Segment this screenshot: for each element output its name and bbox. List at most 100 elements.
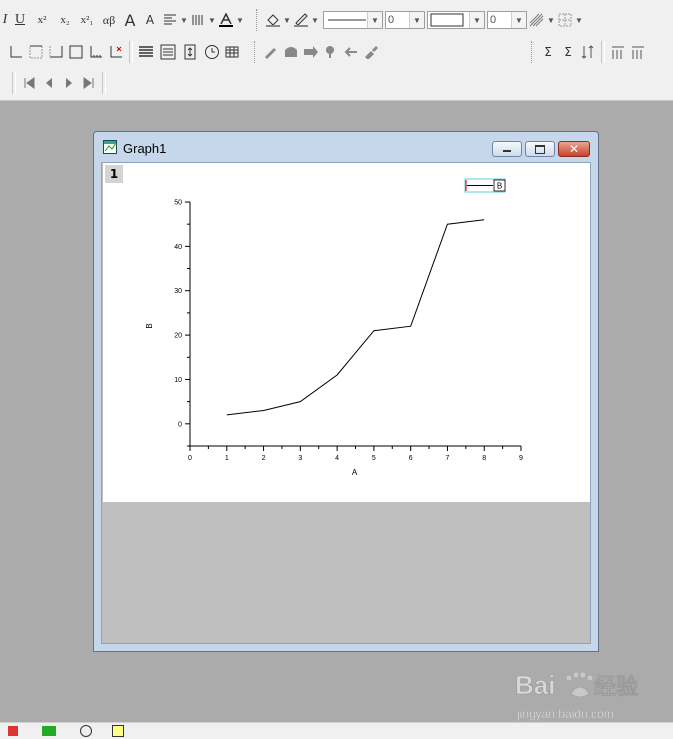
line-color-icon[interactable]	[291, 10, 311, 30]
sort-icon[interactable]	[578, 42, 598, 62]
sum-rows-icon[interactable]: Σ	[538, 42, 558, 62]
line-chart[interactable]: 012345678901020304050ABB	[103, 163, 590, 502]
column-format2-icon[interactable]	[628, 42, 648, 62]
column-dropdown[interactable]: ▼	[208, 16, 216, 25]
back-arrow-icon[interactable]	[341, 42, 361, 62]
column-icon[interactable]	[188, 10, 208, 30]
axis-cross-icon[interactable]	[106, 42, 126, 62]
align-dropdown[interactable]: ▼	[180, 16, 188, 25]
pattern-icon[interactable]	[527, 10, 547, 30]
layer-tab[interactable]: 1	[105, 165, 123, 183]
column-format-icon[interactable]	[608, 42, 628, 62]
graph-window-icon	[103, 140, 117, 154]
toolbar-grip	[531, 41, 535, 63]
greek-button[interactable]: αβ	[98, 10, 120, 30]
y-axis-label: B	[145, 323, 154, 328]
bottom-circle-icon[interactable]	[80, 725, 92, 737]
toolbar-grip	[254, 41, 258, 63]
y-tick-label: 30	[174, 288, 182, 295]
font-color-dropdown[interactable]: ▼	[236, 16, 244, 25]
toolbar-separator	[129, 41, 133, 63]
page-fit-icon[interactable]	[180, 42, 200, 62]
line-style-combo[interactable]: ▼	[323, 11, 383, 29]
bottom-tools	[8, 725, 124, 737]
graph-page[interactable]: 1 012345678901020304050ABB	[103, 163, 590, 502]
axis-right-icon[interactable]	[46, 42, 66, 62]
bottom-box-icon[interactable]	[112, 725, 124, 737]
pin-icon[interactable]	[321, 42, 341, 62]
previous-page-icon[interactable]	[39, 73, 59, 93]
x-tick-label: 8	[482, 455, 486, 462]
chevron-down-icon[interactable]: ▼	[469, 12, 484, 28]
axis-bottom-left-icon[interactable]	[6, 42, 26, 62]
bottom-toolbar	[0, 722, 673, 739]
axis-ticks-icon[interactable]	[86, 42, 106, 62]
window-titlebar[interactable]: Graph1 ✕	[94, 132, 598, 162]
italic-button[interactable]: I	[0, 10, 10, 30]
x-tick-label: 1	[225, 455, 229, 462]
graph-window: Graph1 ✕ 1 012345678901020304050ABB	[93, 131, 599, 652]
chevron-down-icon[interactable]: ▼	[511, 12, 526, 28]
axis-box-icon[interactable]	[66, 42, 86, 62]
x-tick-label: 5	[372, 455, 376, 462]
last-page-icon[interactable]	[79, 73, 99, 93]
watermark-url: jingyan.baidu.com	[516, 707, 614, 721]
baidu-logo: Bai 经验 jingyan.baidu.com	[505, 662, 665, 722]
y-tick-label: 50	[174, 200, 182, 207]
line-width-combo[interactable]: 0 ▼	[385, 11, 425, 29]
underline-button[interactable]: U	[10, 10, 30, 30]
align-icon[interactable]	[160, 10, 180, 30]
arrow-shape-icon[interactable]	[301, 42, 321, 62]
baidu-watermark: Bai 经验 jingyan.baidu.com	[505, 662, 665, 722]
close-button[interactable]: ✕	[558, 141, 590, 157]
x-axis-label: A	[352, 468, 358, 477]
toolbar-separator	[102, 72, 106, 94]
pattern-dropdown[interactable]: ▼	[547, 16, 555, 25]
column-stats-toolbar: Σ Σ	[528, 37, 648, 67]
y-tick-label: 0	[178, 421, 182, 428]
y-tick-label: 20	[174, 333, 182, 340]
first-page-icon[interactable]	[19, 73, 39, 93]
minimize-button[interactable]	[492, 141, 522, 157]
x-tick-label: 9	[519, 455, 523, 462]
layer-list-icon[interactable]	[136, 42, 156, 62]
decrease-font-button[interactable]: A	[140, 10, 160, 30]
axis-top-icon[interactable]	[26, 42, 46, 62]
x-tick-label: 6	[409, 455, 413, 462]
line-color-dropdown[interactable]: ▼	[311, 16, 319, 25]
fill-color-icon[interactable]	[263, 10, 283, 30]
draw-icon[interactable]	[261, 42, 281, 62]
table-icon[interactable]	[222, 42, 242, 62]
graph-toolbar	[0, 37, 381, 67]
chevron-down-icon[interactable]: ▼	[367, 12, 382, 28]
legend-label: B	[497, 182, 502, 191]
clock-icon[interactable]	[202, 42, 222, 62]
chevron-down-icon[interactable]: ▼	[409, 12, 424, 28]
font-color-icon[interactable]	[216, 10, 236, 30]
svg-text:Bai: Bai	[515, 670, 555, 700]
bottom-green-icon[interactable]	[42, 726, 56, 736]
format-toolbar: I U x² x₂ x²₁ αβ A A ▼ ▼ ▼ ▼ ▼ ▼	[0, 5, 583, 35]
fill-color-dropdown[interactable]: ▼	[283, 16, 291, 25]
border-width-combo[interactable]: 0 ▼	[487, 11, 527, 29]
superscript-button[interactable]: x²	[30, 10, 54, 30]
next-page-icon[interactable]	[59, 73, 79, 93]
subscript-button[interactable]: x₂	[54, 10, 76, 30]
sum-cols-icon[interactable]: Σ	[558, 42, 578, 62]
toolbar-separator	[601, 41, 605, 63]
toolbar-grip	[256, 9, 260, 31]
brush-icon[interactable]	[361, 42, 381, 62]
toolbar-separator	[12, 72, 16, 94]
increase-font-button[interactable]: A	[120, 10, 140, 30]
bottom-red-icon[interactable]	[8, 726, 18, 736]
grid-dropdown[interactable]: ▼	[575, 16, 583, 25]
minimize-icon	[503, 150, 511, 152]
series-line	[227, 220, 484, 415]
x-tick-label: 7	[445, 455, 449, 462]
shape-icon[interactable]	[281, 42, 301, 62]
border-style-combo[interactable]: ▼	[427, 11, 485, 29]
layer-box-icon[interactable]	[158, 42, 178, 62]
grid-icon[interactable]	[555, 10, 575, 30]
restore-button[interactable]	[525, 141, 555, 157]
supsub-button[interactable]: x²₁	[76, 10, 98, 30]
